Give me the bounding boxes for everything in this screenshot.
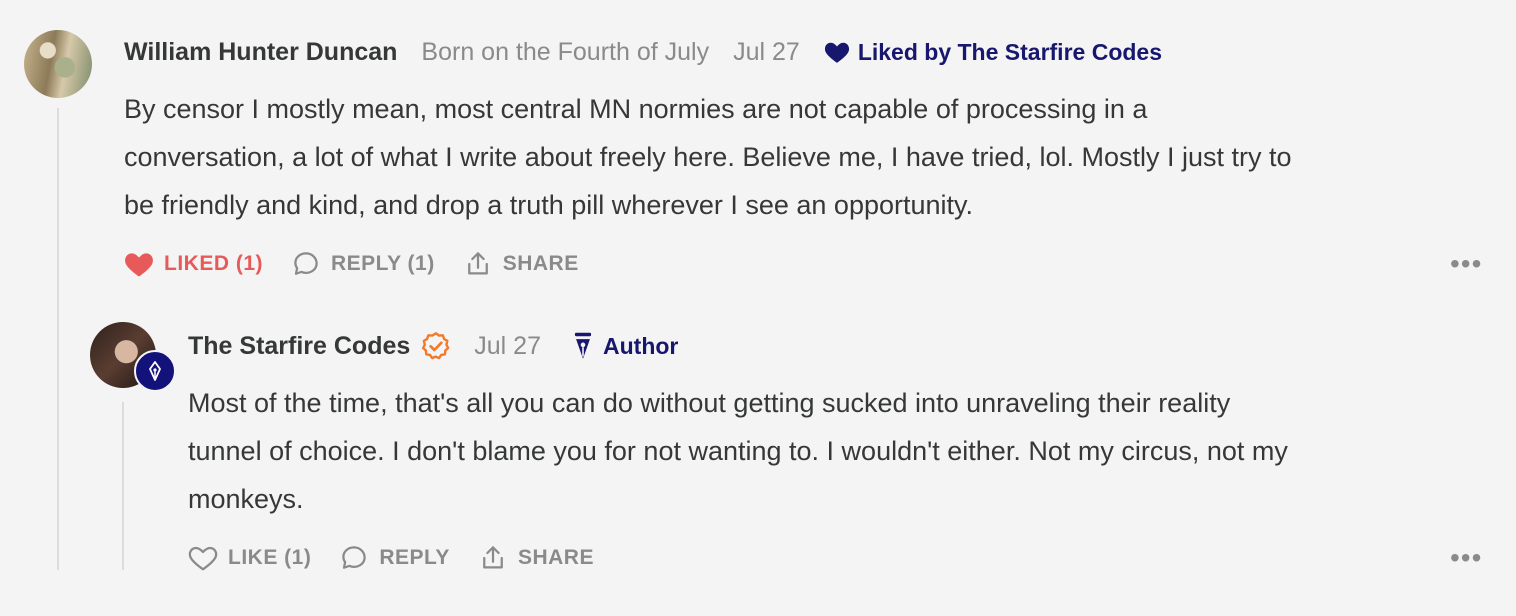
- reply-label: REPLY (1): [331, 252, 435, 275]
- liked-button[interactable]: LIKED (1): [124, 250, 263, 278]
- more-options-button[interactable]: •••: [1450, 248, 1482, 280]
- reply-button[interactable]: REPLY: [339, 543, 450, 573]
- reply-button[interactable]: REPLY (1): [291, 249, 435, 279]
- share-icon: [478, 543, 508, 573]
- comment2-header: The Starfire Codes Jul 27 Author: [188, 327, 678, 365]
- comment1-header: William Hunter Duncan Born on the Fourth…: [124, 34, 1162, 70]
- body-line: tunnel of choice. I don't blame you for …: [188, 436, 1288, 466]
- comment1-actions: LIKED (1) REPLY (1) SHARE: [124, 248, 579, 280]
- comment-date[interactable]: Jul 27: [474, 332, 541, 361]
- heart-filled-icon: [824, 40, 850, 64]
- speech-bubble-icon: [339, 543, 369, 573]
- thread-line-inner: [122, 402, 124, 570]
- pen-nib-icon: [571, 331, 595, 361]
- comment-author-name[interactable]: William Hunter Duncan: [124, 38, 397, 67]
- pen-nib-icon: [143, 359, 167, 383]
- like-label: LIKED (1): [164, 252, 263, 275]
- body-line: conversation, a lot of what I write abou…: [124, 142, 1292, 172]
- comment1-body: By censor I mostly mean, most central MN…: [124, 85, 1484, 229]
- share-icon: [463, 249, 493, 279]
- comment-author-name[interactable]: The Starfire Codes: [188, 332, 410, 361]
- author-with-badge: The Starfire Codes: [188, 330, 452, 362]
- author-publication[interactable]: Born on the Fourth of July: [421, 38, 709, 67]
- share-button[interactable]: SHARE: [463, 249, 579, 279]
- like-button[interactable]: LIKE (1): [188, 544, 311, 572]
- avatar-william[interactable]: [24, 30, 92, 98]
- speech-bubble-icon: [291, 249, 321, 279]
- body-line: be friendly and kind, and drop a truth p…: [124, 190, 974, 220]
- heart-filled-icon: [124, 250, 154, 278]
- body-line: By censor I mostly mean, most central MN…: [124, 94, 1148, 124]
- share-label: SHARE: [502, 252, 579, 275]
- verified-check-icon: [420, 330, 452, 362]
- like-label: LIKE (1): [228, 546, 312, 569]
- comment2-body: Most of the time, that's all you can do …: [188, 379, 1488, 523]
- comment2-actions: LIKE (1) REPLY SHARE: [188, 542, 594, 574]
- author-pen-badge: [134, 350, 176, 392]
- reply-label: REPLY: [379, 546, 450, 569]
- comment-date[interactable]: Jul 27: [733, 38, 800, 67]
- more-options-button[interactable]: •••: [1450, 542, 1482, 574]
- thread-line-outer: [57, 108, 59, 570]
- author-label: Author: [603, 332, 679, 359]
- heart-outline-icon: [188, 544, 218, 572]
- share-button[interactable]: SHARE: [478, 543, 594, 573]
- body-line: Most of the time, that's all you can do …: [188, 388, 1231, 418]
- author-label-badge: Author: [571, 331, 678, 361]
- liked-by-badge: Liked by The Starfire Codes: [824, 39, 1162, 66]
- share-label: SHARE: [517, 546, 594, 569]
- liked-by-text: Liked by The Starfire Codes: [857, 38, 1163, 65]
- body-line: monkeys.: [188, 484, 304, 514]
